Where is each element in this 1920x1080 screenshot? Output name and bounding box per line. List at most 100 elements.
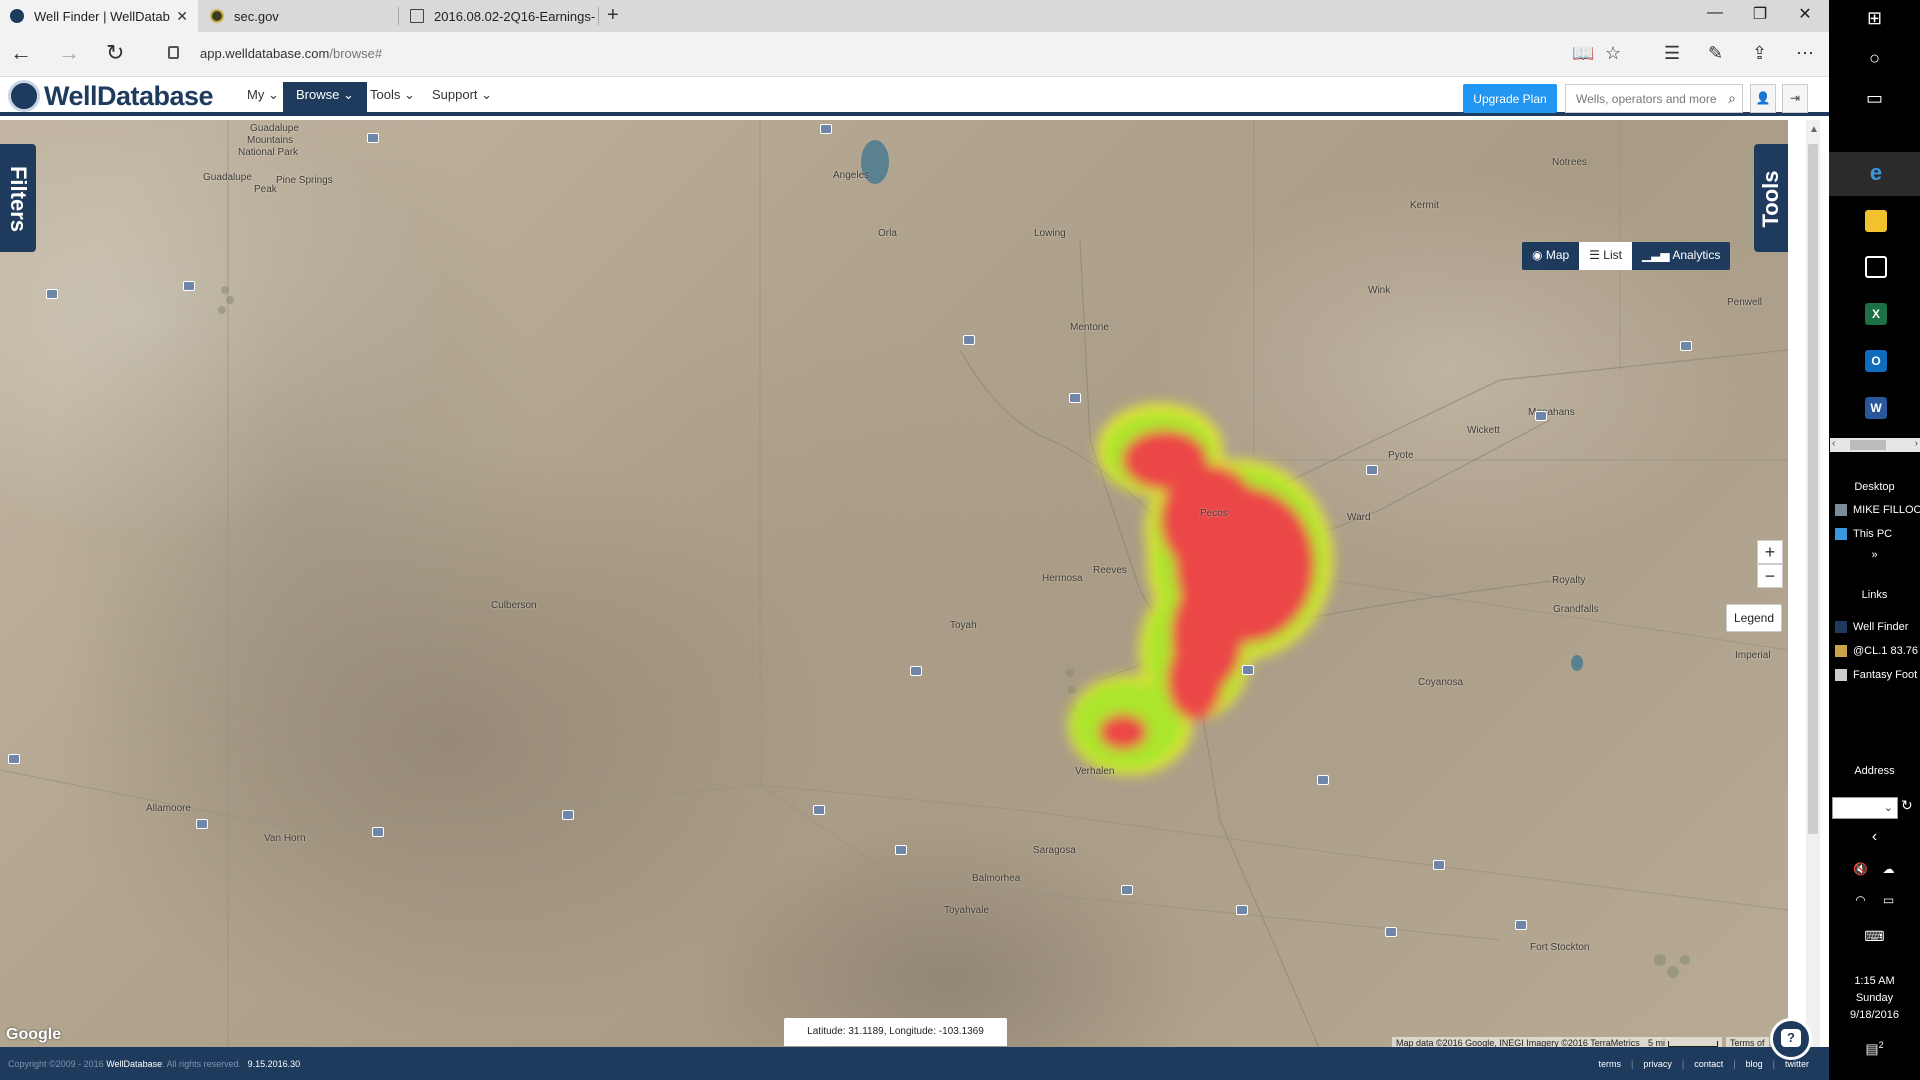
windows-start-icon[interactable]: ⊞	[1829, 8, 1920, 29]
nav-my[interactable]: My ⌄	[247, 87, 279, 103]
share-icon[interactable]: ⇪	[1752, 43, 1767, 64]
onedrive-icon[interactable]: ☁	[1843, 862, 1920, 876]
link-item[interactable]: Fantasy Foot	[1829, 669, 1920, 682]
footer-link-contact[interactable]: contact	[1682, 1059, 1723, 1069]
map-view-button[interactable]: ◉ Map	[1522, 242, 1579, 270]
place-label: Guadalupe	[250, 123, 299, 134]
keyboard-icon[interactable]: ⌨	[1829, 928, 1920, 945]
copyright-suffix: . All rights reserved.	[162, 1059, 242, 1069]
highway-shield-icon	[910, 666, 922, 676]
new-tab-icon[interactable]: +	[607, 4, 619, 27]
nav-tools[interactable]: Tools ⌄	[370, 87, 415, 103]
excel-icon[interactable]: X	[1865, 303, 1887, 325]
place-label: Pecos	[1200, 508, 1228, 519]
page-scrollbar[interactable]: ▲	[1806, 120, 1820, 1047]
tab-well-finder[interactable]: Well Finder | WellDatab ✕	[0, 0, 198, 32]
minimize-icon[interactable]: —	[1700, 4, 1730, 22]
cortana-icon[interactable]: ○	[1829, 48, 1920, 69]
question-icon: ?	[1781, 1029, 1801, 1047]
nav-label: Support	[432, 87, 478, 102]
address-go-icon[interactable]: ↻	[1901, 797, 1913, 814]
tools-panel-tab[interactable]: Tools	[1754, 144, 1788, 252]
taskbar-address-input[interactable]: ⌄	[1832, 797, 1898, 819]
place-label: Lowing	[1034, 228, 1066, 239]
battery-icon[interactable]: ▭	[1843, 893, 1920, 907]
system-clock[interactable]: 1:15 AM Sunday 9/18/2016	[1829, 973, 1920, 1024]
close-window-icon[interactable]: ✕	[1790, 4, 1820, 24]
link-item[interactable]: @CL.1 83.76	[1829, 645, 1920, 658]
refresh-icon[interactable]: ↻	[106, 40, 124, 66]
desktop-item[interactable]: MIKE FILLOO	[1829, 504, 1920, 517]
logo-mark-icon	[8, 80, 40, 112]
highway-shield-icon	[372, 827, 384, 837]
task-view-icon[interactable]: ▭	[1829, 88, 1920, 109]
tools-label: Tools	[1758, 170, 1783, 228]
view-label: List	[1603, 248, 1622, 262]
web-note-icon[interactable]: ✎	[1708, 43, 1723, 64]
view-label: Analytics	[1672, 248, 1721, 262]
reading-view-icon[interactable]: 📖	[1572, 43, 1594, 64]
expand-chevron-icon[interactable]: »	[1829, 549, 1920, 561]
list-icon: ☰	[1589, 248, 1600, 262]
scrollbar-thumb[interactable]	[1808, 144, 1818, 834]
action-center-icon[interactable]: ▤2	[1829, 1040, 1920, 1058]
filters-panel-tab[interactable]: Filters	[0, 144, 36, 252]
welldatabase-logo[interactable]: WellDatabase	[8, 80, 214, 112]
document-icon	[410, 9, 424, 23]
footer-link-terms[interactable]: terms	[1599, 1059, 1622, 1069]
analytics-view-button[interactable]: ▁▃▅ Analytics	[1632, 242, 1730, 270]
link-item[interactable]: Well Finder	[1829, 621, 1920, 634]
footer-link-blog[interactable]: blog	[1733, 1059, 1763, 1069]
taskbar-scrollbar[interactable]: ‹ ›	[1830, 438, 1920, 452]
zoom-out-button[interactable]: −	[1757, 564, 1783, 588]
footer-link-twitter[interactable]: twitter	[1773, 1059, 1809, 1069]
tab-title: 2016.08.02-2Q16-Earnings-	[434, 8, 596, 24]
list-view-button[interactable]: ☰ List	[1579, 242, 1632, 270]
store-icon[interactable]	[1865, 256, 1887, 278]
help-chat-button[interactable]: ?	[1770, 1018, 1812, 1060]
word-icon[interactable]: W	[1865, 397, 1887, 419]
chevron-down-icon[interactable]: ⌄	[1884, 802, 1893, 814]
chevron-left-icon[interactable]: ‹	[1829, 828, 1920, 846]
close-tab-icon[interactable]: ✕	[176, 8, 188, 25]
highway-shield-icon	[367, 133, 379, 143]
address-bar[interactable]: app.welldatabase.com/browse#	[200, 46, 382, 61]
restore-icon[interactable]: ❐	[1745, 4, 1775, 24]
nav-support[interactable]: Support ⌄	[432, 87, 492, 103]
search-icon[interactable]: ⌕	[1728, 90, 1736, 107]
user-icon[interactable]: 👤	[1750, 84, 1776, 113]
logout-icon[interactable]: ⇥	[1782, 84, 1808, 113]
welldatabase-favicon	[10, 9, 24, 23]
place-label: Peak	[254, 184, 277, 195]
scroll-right-icon[interactable]: ›	[1915, 438, 1918, 449]
desktop-item[interactable]: This PC	[1829, 528, 1920, 541]
hub-icon[interactable]: ☰	[1664, 43, 1680, 64]
search-input[interactable]: Wells, operators and more ⌕	[1565, 84, 1743, 113]
highway-shield-icon	[1385, 927, 1397, 937]
scroll-up-icon[interactable]: ▲	[1809, 124, 1819, 135]
place-label: Allamoore	[146, 803, 192, 814]
footer-link-privacy[interactable]: privacy	[1631, 1059, 1672, 1069]
upgrade-plan-button[interactable]: Upgrade Plan	[1463, 84, 1557, 113]
tab-earnings[interactable]: 2016.08.02-2Q16-Earnings-	[400, 0, 598, 32]
favorite-star-icon[interactable]: ☆	[1605, 43, 1621, 64]
nav-browse[interactable]: Browse ⌄	[283, 82, 367, 112]
back-icon[interactable]: ←	[10, 40, 32, 66]
outlook-icon[interactable]: O	[1865, 350, 1887, 372]
more-icon[interactable]: ⋯	[1796, 43, 1814, 64]
zoom-in-button[interactable]: +	[1757, 540, 1783, 564]
tab-sec-gov[interactable]: sec.gov	[200, 0, 398, 32]
place-label: Saragosa	[1033, 845, 1076, 856]
scroll-left-icon[interactable]: ‹	[1832, 438, 1835, 449]
forward-icon[interactable]: →	[58, 40, 80, 66]
map-canvas[interactable]: Guadalupe Mountains National Park Guadal…	[0, 120, 1788, 1047]
legend-button[interactable]: Legend	[1726, 604, 1782, 632]
place-label: Reeves	[1093, 565, 1127, 576]
desktop-item-label: MIKE FILLOO	[1853, 504, 1920, 516]
edge-icon[interactable]: e	[1865, 162, 1887, 184]
bar-chart-icon: ▁▃▅	[1641, 248, 1670, 262]
highway-shield-icon	[820, 124, 832, 134]
tab-separator	[398, 7, 399, 25]
file-explorer-icon[interactable]	[1865, 210, 1887, 232]
scroll-thumb[interactable]	[1850, 440, 1886, 450]
